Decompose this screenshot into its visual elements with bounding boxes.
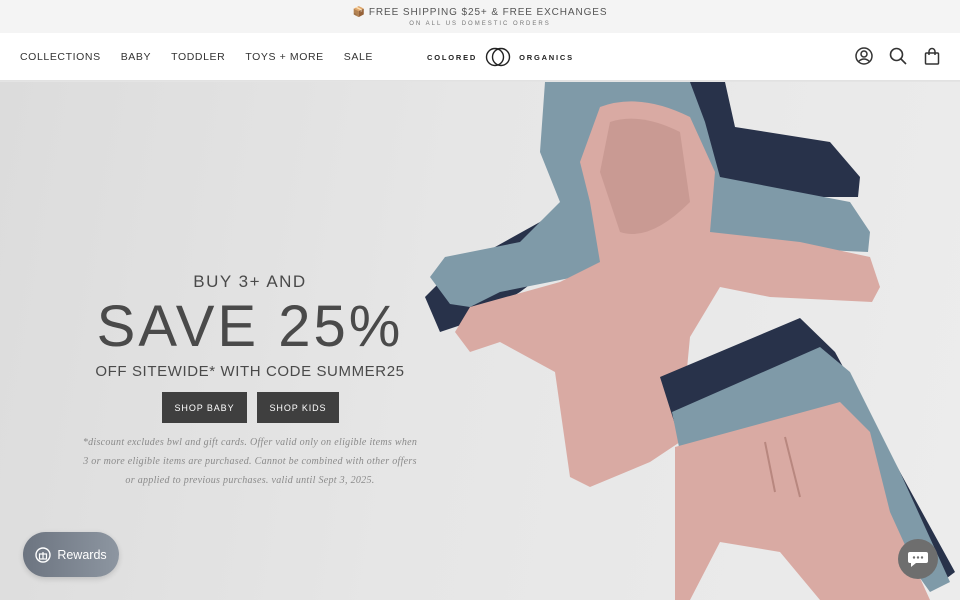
search-icon[interactable]	[888, 46, 908, 66]
promo-code-line: OFF SITEWIDE* WITH CODE SUMMER25	[95, 363, 405, 380]
chat-button[interactable]	[898, 539, 938, 579]
package-icon: 📦	[352, 7, 366, 18]
hero-banner: BUY 3+ AND SAVE 25% OFF SITEWIDE* WITH C…	[0, 82, 960, 600]
nav-toddler[interactable]: TODDLER	[171, 51, 225, 63]
rewards-label: Rewards	[57, 547, 107, 562]
account-icon[interactable]	[854, 46, 874, 66]
nav-toys-more[interactable]: TOYS + MORE	[245, 51, 323, 63]
promo-headline: SAVE 25%	[96, 294, 404, 359]
gift-icon	[35, 546, 52, 563]
nav-sale[interactable]: SALE	[344, 51, 373, 63]
brand-logo[interactable]: COLORED ORGANICS	[427, 47, 574, 67]
bag-icon[interactable]	[922, 46, 942, 66]
hero-buttons: SHOP BABY SHOP KIDS	[162, 392, 349, 423]
chat-icon	[908, 552, 928, 567]
promo-line1: BUY 3+ AND	[193, 272, 307, 291]
logo-word-left: COLORED	[427, 52, 478, 62]
announcement-bar: 📦 FREE SHIPPING $25+ & FREE EXCHANGES ON …	[0, 0, 960, 33]
main-nav: COLLECTIONS BABY TODDLER TOYS + MORE SAL…	[0, 33, 960, 81]
announcement-main: FREE SHIPPING $25+ & FREE EXCHANGES	[368, 7, 608, 18]
rewards-button[interactable]: Rewards	[23, 532, 119, 577]
shop-kids-button[interactable]: SHOP KIDS	[257, 392, 339, 423]
nav-icons	[840, 46, 942, 66]
nav-baby[interactable]: BABY	[121, 51, 151, 63]
shop-baby-button[interactable]: SHOP BABY	[162, 392, 247, 423]
logo-mark-icon	[485, 47, 511, 67]
nav-links: COLLECTIONS BABY TODDLER TOYS + MORE SAL…	[20, 33, 393, 81]
announcement-sub: ON ALL US DOMESTIC ORDERS	[409, 21, 551, 27]
nav-collections[interactable]: COLLECTIONS	[20, 51, 101, 63]
promo-disclaimer: *discount excludes bwl and gift cards. O…	[82, 437, 418, 486]
logo-word-right: ORGANICS	[519, 52, 574, 62]
